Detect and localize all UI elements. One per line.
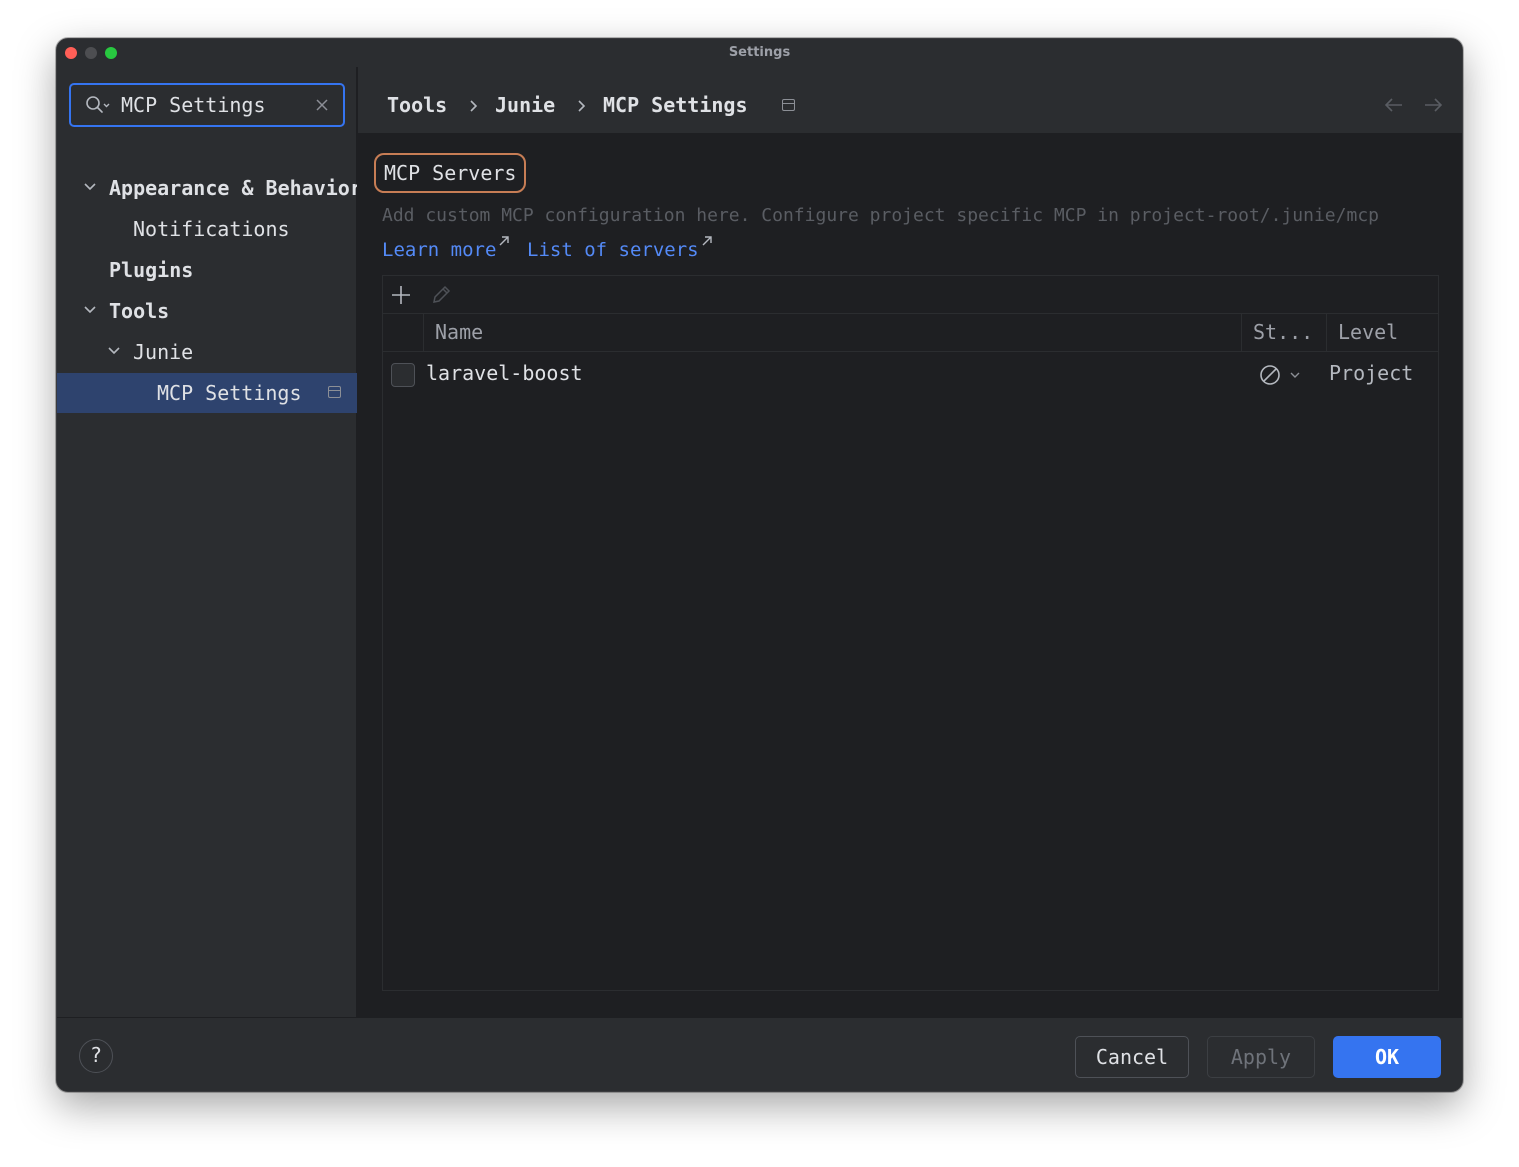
column-divider <box>1326 314 1327 351</box>
back-arrow-icon[interactable] <box>1384 97 1404 113</box>
column-divider <box>1241 314 1242 351</box>
project-level-settings-icon <box>328 386 341 398</box>
search-icon <box>86 96 110 113</box>
project-level-settings-icon <box>782 99 795 111</box>
sidebar-item-mcp-settings[interactable]: MCP Settings <box>57 373 357 413</box>
apply-button[interactable]: Apply <box>1207 1036 1315 1078</box>
column-divider <box>423 314 424 351</box>
sidebar-item-label: Junie <box>133 340 194 364</box>
cancel-button[interactable]: Cancel <box>1075 1036 1189 1078</box>
chevron-down-icon[interactable] <box>83 182 97 192</box>
sidebar-item-label: Plugins <box>109 258 194 282</box>
sidebar-item-label: Tools <box>109 299 170 323</box>
mcp-servers-table: Name St... Level laravel-boost Project <box>382 275 1439 991</box>
sidebar-item-appearance-behavior[interactable]: Appearance & Behavior <box>57 168 357 208</box>
breadcrumb-item-junie[interactable]: Junie <box>495 93 555 117</box>
learn-more-link-label: Learn more <box>382 239 497 261</box>
disabled-status-icon[interactable] <box>1259 364 1281 386</box>
learn-more-link[interactable]: Learn more <box>382 236 510 261</box>
add-icon[interactable] <box>390 284 412 306</box>
server-level: Project <box>1329 361 1414 385</box>
list-of-servers-link[interactable]: List of servers <box>527 236 712 261</box>
table-row[interactable]: laravel-boost Project <box>383 353 1438 395</box>
chevron-right-icon <box>470 100 478 112</box>
chevron-down-icon[interactable] <box>107 346 121 356</box>
mcp-servers-group-title: MCP Servers <box>374 153 527 193</box>
breadcrumb-item-tools[interactable]: Tools <box>387 93 447 117</box>
server-enabled-checkbox[interactable] <box>391 363 415 387</box>
chevron-down-icon[interactable] <box>83 305 97 315</box>
help-button[interactable]: ? <box>79 1039 113 1073</box>
title-bar: Settings <box>57 39 1462 67</box>
sidebar-item-plugins[interactable]: Plugins <box>57 250 357 290</box>
settings-content: Tools Junie MCP Settings MCP Servers Add… <box>358 67 1462 1017</box>
forward-arrow-icon[interactable] <box>1423 97 1443 113</box>
clear-search-icon[interactable] <box>315 98 329 112</box>
chevron-down-icon[interactable] <box>1289 370 1301 380</box>
column-header-status[interactable]: St... <box>1253 320 1313 344</box>
dialog-footer: ? Cancel Apply OK <box>57 1017 1462 1091</box>
table-header: Name St... Level <box>383 314 1438 352</box>
settings-sidebar: MCP Settings Appearance & Behavior Notif… <box>57 67 357 1017</box>
external-link-icon <box>702 236 712 246</box>
table-toolbar <box>383 276 1438 314</box>
settings-window: Settings MCP Settings Appearance & Behav… <box>56 38 1463 1092</box>
edit-icon[interactable] <box>430 284 452 306</box>
window-title: Settings <box>728 45 791 60</box>
list-of-servers-link-label: List of servers <box>527 239 699 261</box>
settings-search-field[interactable]: MCP Settings <box>69 83 345 127</box>
sidebar-item-junie[interactable]: Junie <box>57 332 357 372</box>
sidebar-item-notifications[interactable]: Notifications <box>57 209 357 249</box>
search-input[interactable]: MCP Settings <box>121 93 266 117</box>
column-header-name[interactable]: Name <box>435 320 483 344</box>
sidebar-item-label: Notifications <box>133 217 290 241</box>
chevron-right-icon <box>578 100 586 112</box>
sidebar-item-label: Appearance & Behavior <box>109 176 357 200</box>
sidebar-item-tools[interactable]: Tools <box>57 291 357 331</box>
column-header-level[interactable]: Level <box>1338 320 1398 344</box>
server-name: laravel-boost <box>426 361 583 385</box>
external-link-icon <box>499 236 510 246</box>
breadcrumb-item-mcp-settings: MCP Settings <box>603 93 748 117</box>
ok-button[interactable]: OK <box>1333 1036 1441 1078</box>
sidebar-item-label: MCP Settings <box>157 381 302 405</box>
mcp-description: Add custom MCP configuration here. Confi… <box>382 205 1379 226</box>
breadcrumb: Tools Junie MCP Settings <box>358 67 1462 133</box>
